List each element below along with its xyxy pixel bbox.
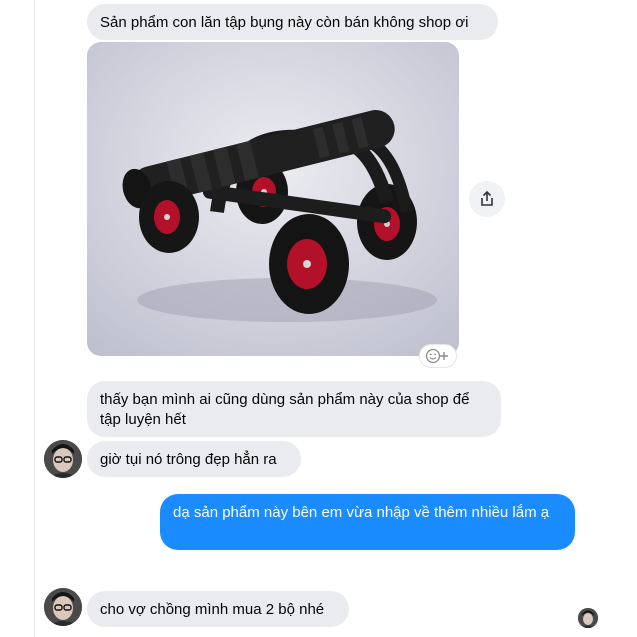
ab-roller-image (87, 42, 459, 356)
seen-receipt-avatar (578, 608, 598, 628)
message-text: Sản phẩm con lăn tập bụng này còn bán kh… (100, 14, 469, 31)
share-button[interactable] (469, 181, 505, 217)
message-text: giờ tụi nó trông đẹp hẳn ra (100, 451, 277, 468)
sender-avatar[interactable] (44, 588, 82, 626)
add-reaction-button[interactable] (419, 344, 457, 368)
message-text: thấy bạn mình ai cũng dùng sản phẩm này … (100, 391, 470, 428)
product-photo[interactable] (87, 42, 459, 356)
message-incoming[interactable]: thấy bạn mình ai cũng dùng sản phẩm này … (87, 381, 501, 437)
sender-avatar[interactable] (44, 440, 82, 478)
share-icon (481, 190, 493, 206)
add-reaction-icon (425, 348, 448, 364)
avatar-image (44, 588, 82, 626)
message-text: cho vợ chồng mình mua 2 bộ nhé (100, 601, 325, 618)
message-incoming[interactable]: Sản phẩm con lăn tập bụng này còn bán kh… (87, 4, 498, 40)
message-text: dạ sản phẩm này bên em vừa nhập về thêm … (173, 504, 550, 521)
conversation-divider (34, 0, 35, 637)
avatar-image (578, 608, 598, 628)
avatar-image (44, 440, 82, 478)
message-outgoing[interactable]: dạ sản phẩm này bên em vừa nhập về thêm … (160, 494, 575, 550)
message-incoming[interactable]: cho vợ chồng mình mua 2 bộ nhé (87, 591, 349, 627)
message-incoming[interactable]: giờ tụi nó trông đẹp hẳn ra (87, 441, 301, 477)
